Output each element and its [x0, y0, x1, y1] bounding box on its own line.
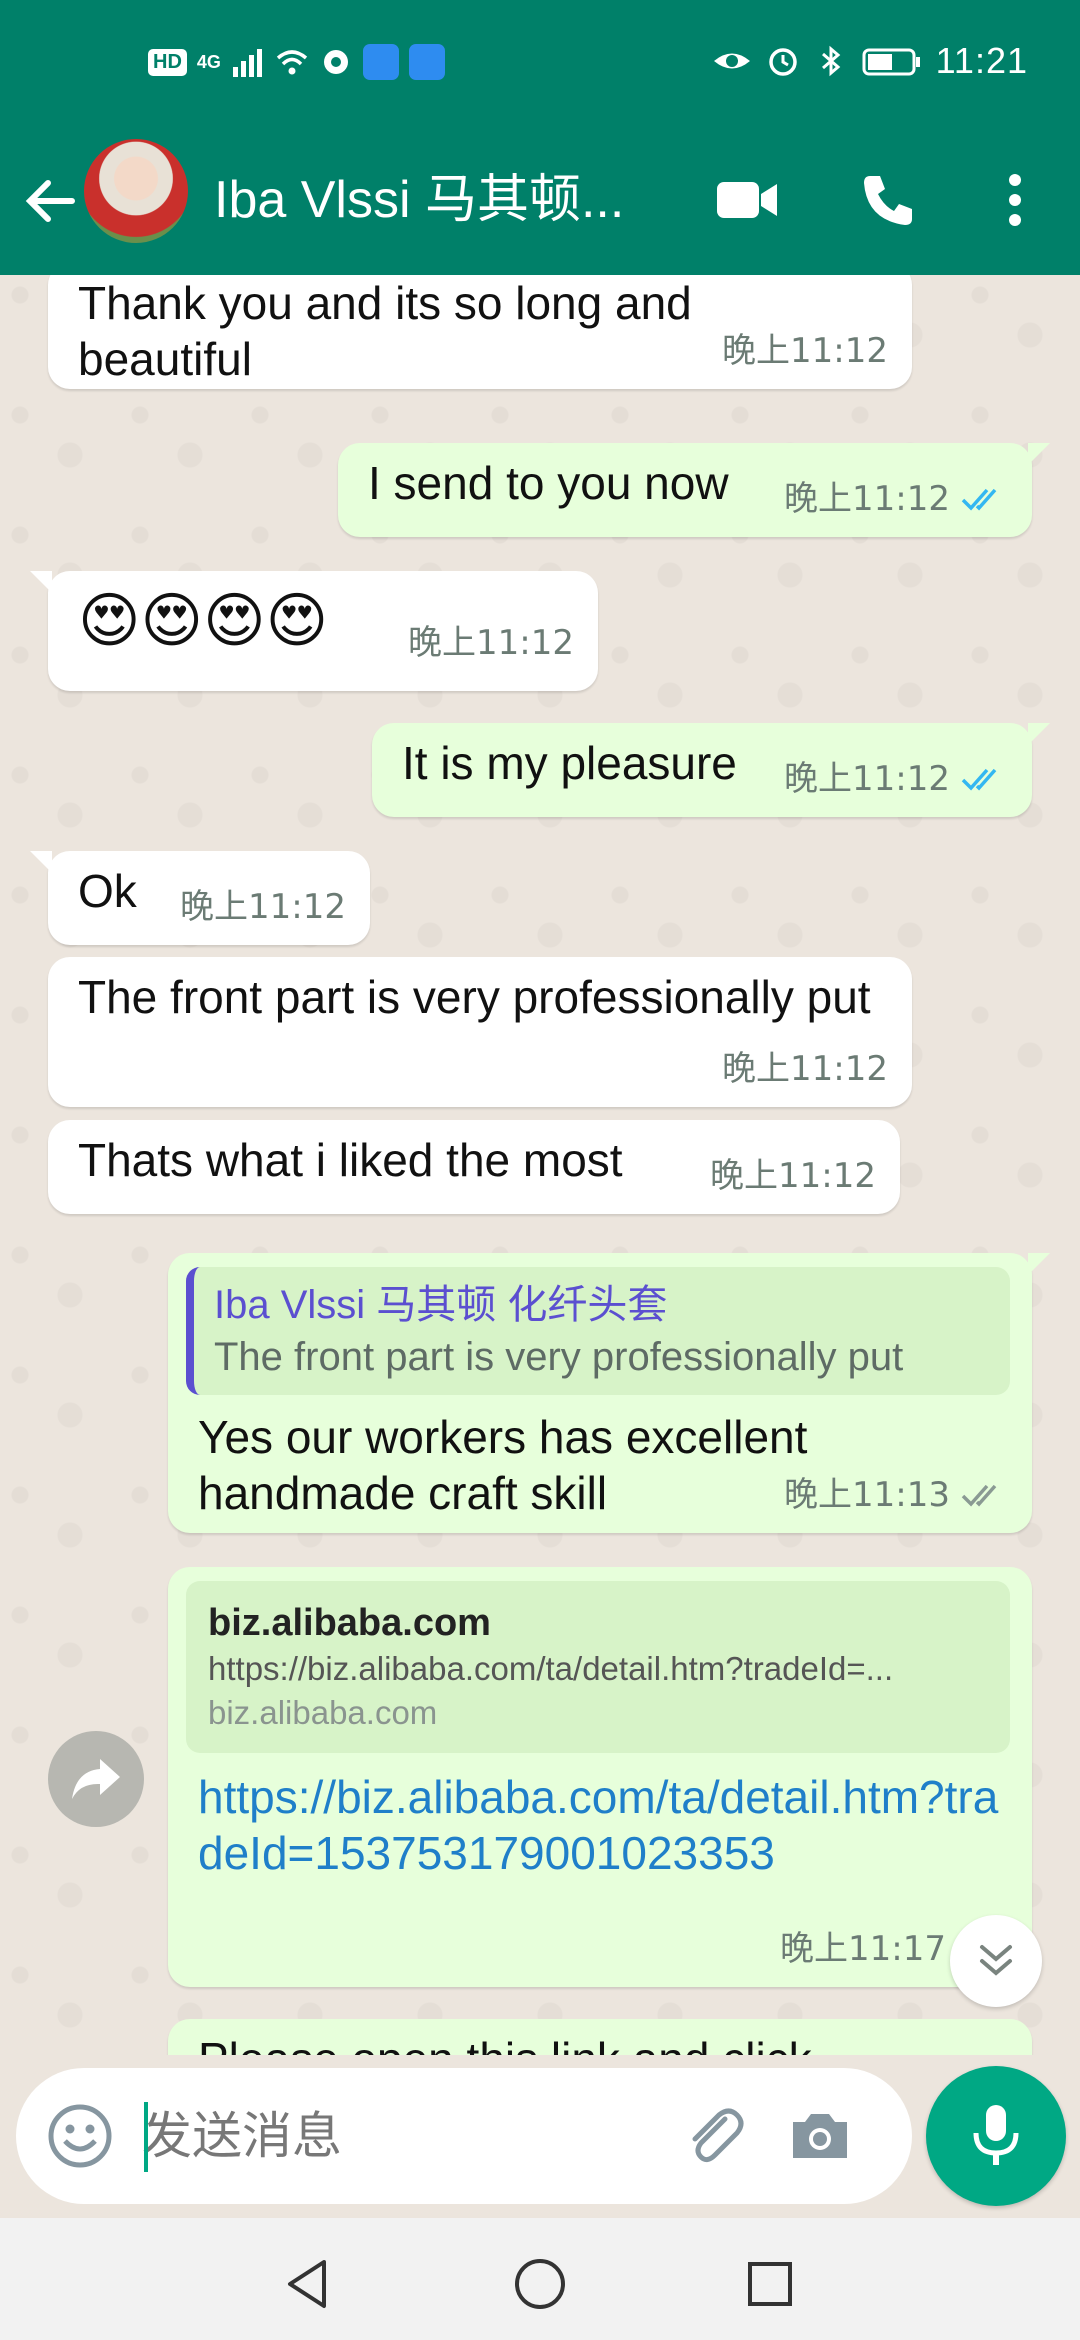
message-time: 晚上11:12 — [784, 759, 950, 799]
link-preview-title: biz.alibaba.com — [208, 1602, 491, 1644]
link-preview[interactable]: biz.alibaba.com https://biz.alibaba.com/… — [186, 1581, 1010, 1753]
message-input[interactable] — [142, 2096, 662, 2176]
message-time: 晚上11:12 — [180, 887, 346, 927]
quoted-sender: Iba Vlssi 马其顿 化纤头套 — [214, 1283, 668, 1327]
message-text: Thank you and its so long and beautiful — [78, 277, 692, 385]
battery-icon — [862, 48, 920, 76]
status-right: 11:21 — [712, 40, 1028, 82]
camera-icon — [793, 2114, 847, 2158]
message-meta: 晚上11:12 — [722, 1041, 888, 1097]
emoji-icon — [48, 2104, 112, 2168]
message-time: 晚上11:12 — [710, 1156, 876, 1196]
message-text: Please open this link and click — [198, 2031, 1002, 2055]
microphone-icon — [973, 2105, 1019, 2165]
video-call-button[interactable] — [712, 165, 782, 235]
read-ticks-icon — [961, 488, 997, 511]
signal-icon — [232, 49, 262, 77]
message-time: 晚上11:12 — [408, 623, 574, 663]
forward-arrow-icon — [72, 1759, 120, 1799]
contact-name[interactable]: Iba Vlssi 马其顿... — [214, 157, 664, 232]
nav-back-button[interactable] — [268, 2244, 348, 2324]
chat-area[interactable]: Thank you and its so long and beautiful … — [0, 275, 1080, 2055]
link-preview-description: https://biz.alibaba.com/ta/detail.htm?tr… — [208, 1650, 894, 1687]
voice-message-button[interactable] — [926, 2066, 1066, 2206]
message-meta: 晚上11:12 — [408, 605, 574, 681]
message-bubble-outgoing-link[interactable]: biz.alibaba.com https://biz.alibaba.com/… — [168, 1567, 1032, 1987]
message-meta: 晚上11:12 — [784, 471, 1008, 527]
circle-home-icon — [515, 2259, 565, 2309]
text-caret — [144, 2102, 148, 2172]
quoted-message[interactable]: Iba Vlssi 马其顿 化纤头套 The front part is ver… — [186, 1267, 1010, 1395]
status-time: 11:21 — [935, 40, 1028, 81]
message-bubble-outgoing[interactable]: It is my pleasure 晚上11:12 — [372, 723, 1050, 817]
message-meta: 晚上11:12 — [180, 879, 346, 935]
message-time: 晚上11:17 — [780, 1929, 946, 1969]
camera-button[interactable] — [782, 2098, 858, 2174]
message-meta: 晚上11:17 — [780, 1921, 946, 1977]
nav-recent-button[interactable] — [730, 2244, 810, 2324]
message-meta: 晚上11:13 — [784, 1467, 1008, 1523]
message-bubble-incoming[interactable]: Thats what i liked the most 晚上11:12 — [48, 1120, 900, 1214]
message-composer — [16, 2068, 912, 2204]
phone-icon — [864, 176, 912, 225]
voice-call-button[interactable] — [853, 165, 923, 235]
contact-avatar[interactable] — [84, 139, 188, 243]
message-bubble-outgoing[interactable]: I send to you now 晚上11:12 — [338, 443, 1050, 537]
back-button[interactable] — [18, 169, 82, 233]
hd-badge: HD — [148, 48, 187, 76]
message-text: The front part is very professionally pu… — [78, 971, 871, 1023]
cloud-app-icon — [362, 44, 399, 80]
scroll-to-bottom-button[interactable] — [950, 1915, 1042, 2007]
message-time: 晚上11:12 — [722, 331, 888, 371]
message-time: 晚上11:13 — [784, 1475, 950, 1515]
quoted-text: The front part is very professionally pu… — [214, 1335, 904, 1379]
delivered-ticks-icon — [961, 1484, 997, 1507]
status-bar: HD 4G 11:21 — [0, 0, 1080, 135]
video-camera-icon — [717, 182, 777, 218]
more-options-button[interactable] — [980, 165, 1050, 235]
chat-header: Iba Vlssi 马其顿... — [0, 135, 1080, 275]
search-app-icon — [408, 44, 445, 80]
status-left: HD 4G — [148, 44, 445, 80]
nfc-icon — [323, 50, 348, 74]
message-bubble-incoming[interactable]: 😍😍😍😍 晚上11:12 — [30, 571, 598, 691]
link-preview-host: biz.alibaba.com — [208, 1694, 438, 1731]
eye-icon — [713, 53, 750, 69]
square-recent-icon — [748, 2262, 792, 2306]
message-time: 晚上11:12 — [722, 1049, 888, 1089]
alarm-icon — [768, 48, 797, 76]
message-bubble-incoming[interactable]: Ok 晚上11:12 — [30, 851, 370, 945]
triangle-back-icon — [288, 2260, 326, 2308]
forward-button[interactable] — [48, 1731, 144, 1827]
wifi-icon — [276, 50, 308, 75]
double-chevron-down-icon — [980, 1945, 1012, 1976]
bluetooth-icon — [821, 45, 840, 77]
message-meta: 晚上11:12 — [710, 1148, 876, 1204]
message-bubble-incoming[interactable]: Thank you and its so long and beautiful … — [48, 275, 912, 389]
message-bubble-outgoing[interactable]: Please open this link and click — [168, 2019, 1032, 2055]
message-time: 晚上11:12 — [784, 479, 950, 519]
emoji-button[interactable] — [42, 2098, 118, 2174]
network-type: 4G — [196, 51, 221, 72]
message-meta: 晚上11:12 — [722, 323, 888, 379]
message-bubble-outgoing-reply[interactable]: Iba Vlssi 马其顿 化纤头套 The front part is ver… — [168, 1253, 1050, 1533]
system-navigation-bar — [0, 2218, 1080, 2340]
message-meta: 晚上11:12 — [784, 751, 1008, 807]
more-vertical-icon — [1009, 174, 1021, 226]
read-ticks-icon — [961, 768, 997, 791]
attach-button[interactable] — [676, 2098, 752, 2174]
nav-home-button[interactable] — [500, 2244, 580, 2324]
paperclip-icon — [692, 2108, 744, 2163]
message-bubble-incoming[interactable]: The front part is very professionally pu… — [48, 957, 912, 1107]
message-link[interactable]: https://biz.alibaba.com/ta/detail.htm?tr… — [198, 1769, 1002, 1881]
arrow-left-icon — [25, 180, 75, 222]
